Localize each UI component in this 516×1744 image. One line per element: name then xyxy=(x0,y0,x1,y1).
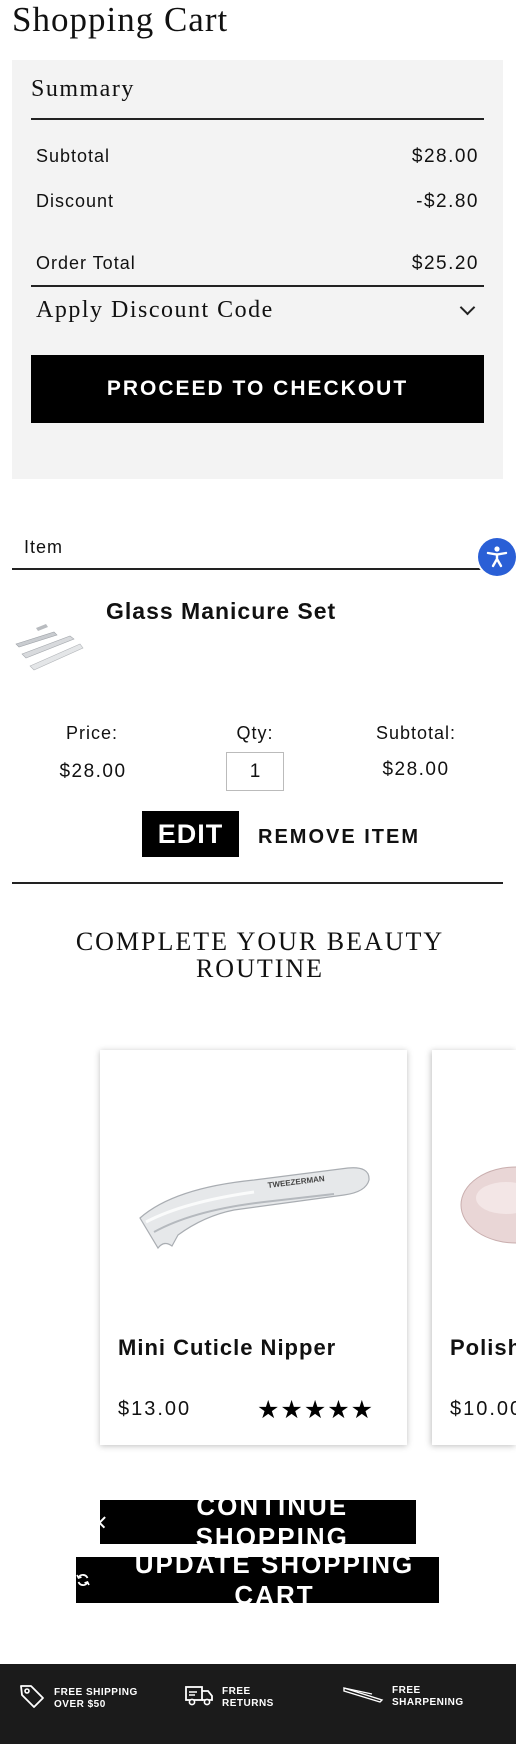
proceed-to-checkout-button[interactable]: PROCEED TO CHECKOUT xyxy=(31,355,484,423)
summary-heading: Summary xyxy=(31,76,135,102)
product-card-price: $10.00 xyxy=(450,1398,516,1420)
perk-line: FREE SHIPPING xyxy=(54,1686,138,1698)
price-value: $28.00 xyxy=(59,761,127,782)
product-card-name[interactable]: Polish xyxy=(450,1335,516,1361)
discount-value: -$2.80 xyxy=(416,191,479,212)
chevron-down-icon xyxy=(459,299,476,315)
product-card[interactable]: Polish $10.00 xyxy=(432,1050,516,1445)
remove-item-link[interactable]: REMOVE ITEM xyxy=(258,826,420,849)
product-thumbnail[interactable] xyxy=(14,614,84,676)
apply-discount-code-toggle[interactable]: Apply Discount Code xyxy=(36,292,479,328)
product-image[interactable] xyxy=(456,1150,516,1260)
continue-shopping-button[interactable]: CONTINUE SHOPPING xyxy=(98,1491,416,1552)
refresh-icon xyxy=(76,1573,90,1587)
perk-free-returns: FREE RETURNS xyxy=(184,1682,274,1713)
continue-shopping-label: CONTINUE SHOPPING xyxy=(195,1491,349,1552)
discount-row: Discount -$2.80 xyxy=(36,191,479,213)
accessibility-icon[interactable] xyxy=(478,538,516,576)
perk-line: RETURNS xyxy=(222,1697,274,1709)
order-total-row: Order Total $25.20 xyxy=(36,253,479,275)
divider xyxy=(12,882,503,884)
tweezer-icon xyxy=(342,1682,384,1711)
update-shopping-cart-label: UPDATE SHOPPING CART xyxy=(134,1549,415,1610)
subtotal-label: Subtotal xyxy=(36,146,111,166)
truck-icon xyxy=(184,1682,214,1713)
product-card-name[interactable]: Mini Cuticle Nipper xyxy=(118,1335,336,1361)
perk-line: FREE xyxy=(222,1685,251,1697)
footer-perks-bar: FREE SHIPPING OVER $50 FREE RETURNS FREE… xyxy=(0,1664,516,1744)
rating-stars: ★★★★★ xyxy=(257,1396,375,1424)
product-image[interactable]: TWEEZERMAN xyxy=(134,1140,374,1260)
qty-input[interactable] xyxy=(226,752,284,791)
tag-icon xyxy=(18,1682,46,1715)
product-card-price: $13.00 xyxy=(118,1398,192,1420)
perk-line: OVER $50 xyxy=(54,1698,106,1710)
perk-line: SHARPENING xyxy=(392,1696,464,1708)
subtotal-value: $28.00 xyxy=(411,146,479,167)
order-total-value: $25.20 xyxy=(411,253,479,274)
divider xyxy=(31,118,484,120)
apply-discount-code-label: Apply Discount Code xyxy=(36,296,274,323)
summary-panel: Summary Subtotal $28.00 Discount -$2.80 … xyxy=(12,60,503,479)
order-total-label: Order Total xyxy=(36,253,136,273)
qty-label: Qty: xyxy=(236,723,274,743)
price-label: Price: xyxy=(65,723,118,743)
product-card[interactable]: TWEEZERMAN Mini Cuticle Nipper $13.00 ★★… xyxy=(100,1050,407,1445)
cart-item-name[interactable]: Glass Manicure Set xyxy=(106,598,336,625)
page-title: Shopping Cart xyxy=(12,0,229,39)
item-subtotal-value: $28.00 xyxy=(382,759,450,780)
perk-free-shipping: FREE SHIPPING OVER $50 xyxy=(18,1682,138,1715)
update-shopping-cart-button[interactable]: UPDATE SHOPPING CART xyxy=(76,1549,439,1610)
divider xyxy=(31,285,484,287)
divider xyxy=(12,568,503,570)
item-subtotal-label: Subtotal: xyxy=(375,723,457,743)
item-column-header: Item xyxy=(24,537,64,557)
discount-label: Discount xyxy=(36,191,115,211)
chevron-left-icon xyxy=(98,1515,111,1529)
recommendations-title: COMPLETE YOUR BEAUTY ROUTINE xyxy=(75,927,445,983)
edit-button[interactable]: EDIT xyxy=(142,811,239,857)
perk-free-sharpening: FREE SHARPENING xyxy=(342,1682,464,1711)
subtotal-row: Subtotal $28.00 xyxy=(36,146,479,168)
perk-line: FREE xyxy=(392,1684,421,1696)
